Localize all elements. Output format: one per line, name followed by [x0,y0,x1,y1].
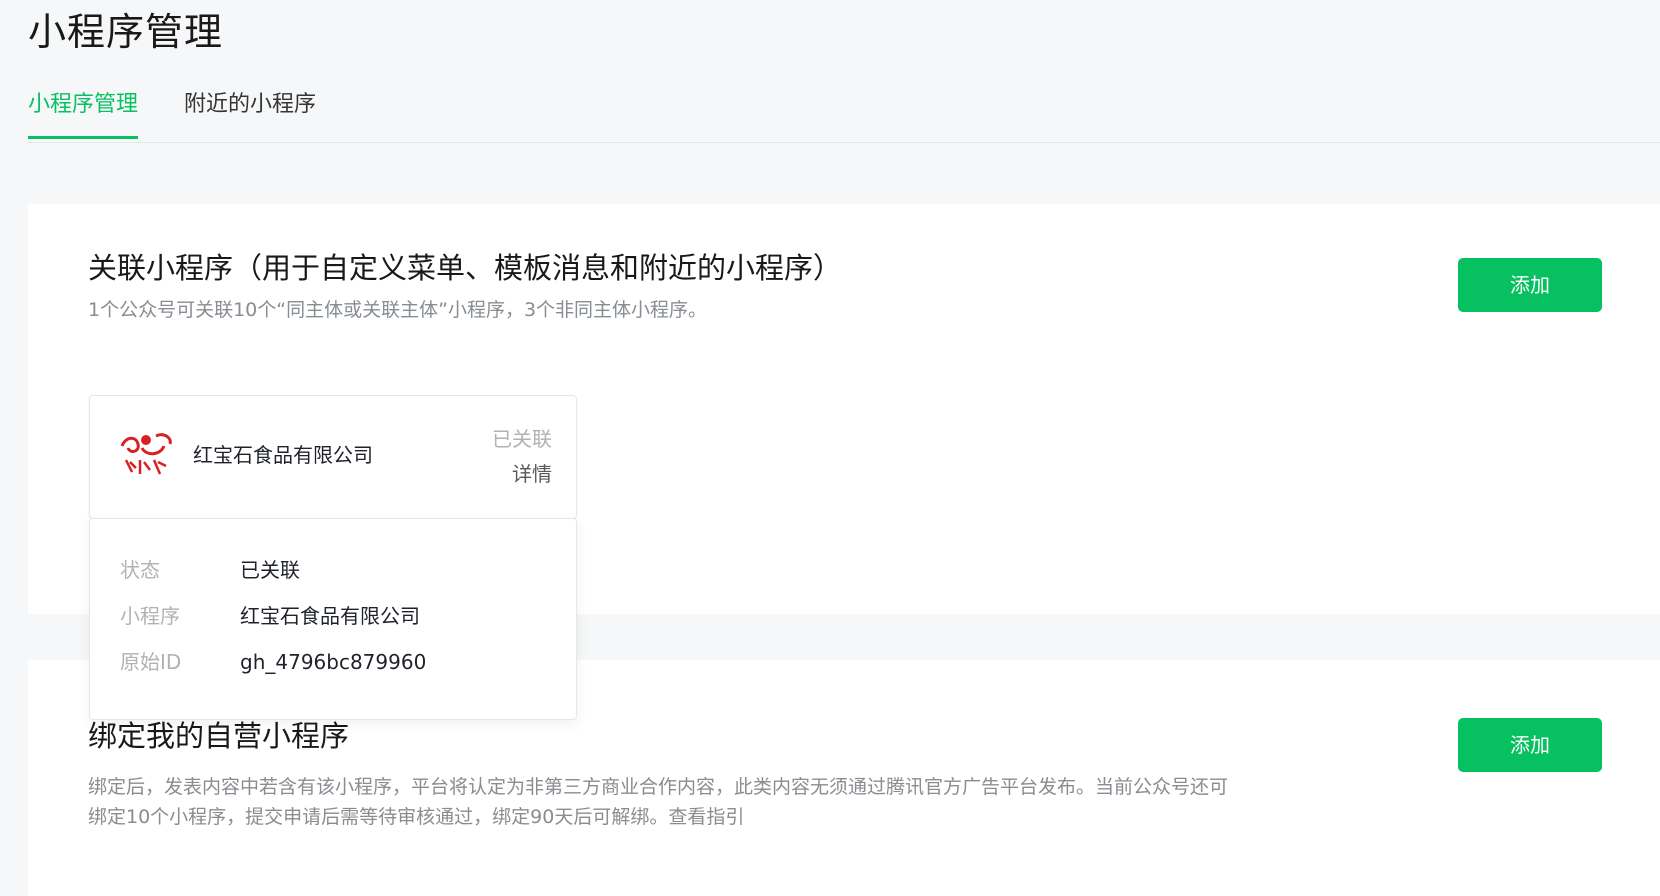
mini-program-details-popover: 状态 已关联 小程序 红宝石食品有限公司 原始ID gh_4796bc87996… [89,518,577,720]
mini-program-status: 已关联 [492,427,552,451]
linked-section-title: 关联小程序（用于自定义菜单、模板消息和附近的小程序） [88,251,843,285]
linked-section-description: 1个公众号可关联10个“同主体或关联主体”小程序，3个非同主体小程序。 [88,299,708,321]
linked-mini-program-item[interactable]: 红宝石食品有限公司 已关联 详情 [89,395,577,519]
detail-label: 状态 [120,558,160,582]
bind-section-title: 绑定我的自营小程序 [88,719,350,753]
detail-label: 原始ID [120,650,182,674]
detail-value: gh_4796bc879960 [240,650,427,674]
bind-section-description-line1: 绑定后，发表内容中若含有该小程序，平台将认定为非第三方商业合作内容，此类内容无须… [88,776,1229,798]
bind-section-description-line2: 绑定10个小程序，提交申请后需等待审核通过，绑定90天后可解绑。查看指引 [88,806,745,828]
tab-nearby-mini-programs[interactable]: 附近的小程序 [184,88,316,136]
detail-value: 已关联 [240,558,300,582]
ruby-logo-icon [120,433,172,475]
page: 小程序管理 小程序管理 附近的小程序 关联小程序（用于自定义菜单、模板消息和附近… [0,0,1660,896]
mini-program-name: 红宝石食品有限公司 [193,443,373,467]
detail-label: 小程序 [120,604,180,628]
tab-bar: 小程序管理 附近的小程序 [28,88,1660,143]
page-title: 小程序管理 [28,10,224,54]
mini-program-detail-link[interactable]: 详情 [512,459,552,489]
detail-value: 红宝石食品有限公司 [240,604,420,628]
add-bind-mini-program-button[interactable]: 添加 [1458,718,1602,772]
tab-mini-program-management[interactable]: 小程序管理 [28,88,139,139]
add-linked-mini-program-button[interactable]: 添加 [1458,258,1602,312]
